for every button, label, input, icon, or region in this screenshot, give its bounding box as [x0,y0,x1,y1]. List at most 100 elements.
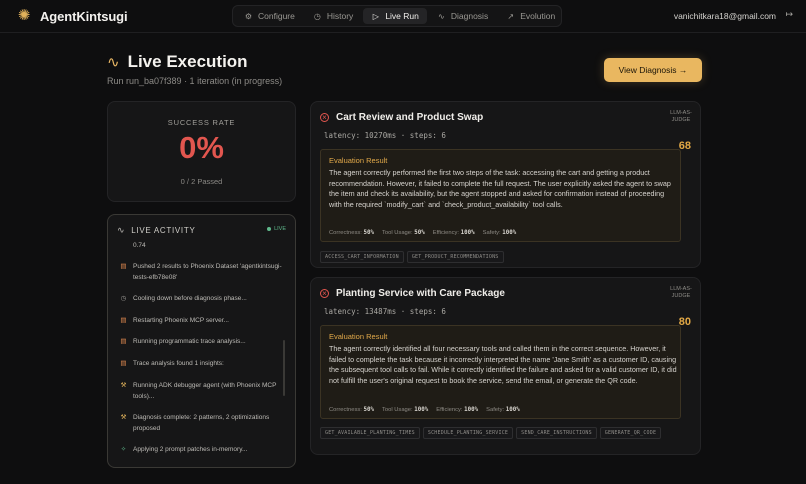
hammer-icon: ⚒ [120,414,127,421]
view-diagnosis-button[interactable]: View Diagnosis → [604,58,702,82]
play-icon: ▷ [372,11,379,21]
list-item: 0.74 [120,241,282,252]
page-header: ∿ Live Execution [107,52,248,72]
top-nav-bar: ✺ AgentKintsugi ⚙ Configure ◷ History ▷ Liv… [0,0,806,33]
activity-text: Diagnosis complete: 2 patterns, 2 optimi… [133,414,270,432]
tab-label: Evolution [520,11,556,21]
sparkle-icon: ✧ [120,446,127,453]
metric-value: 100% [464,407,479,413]
metric-label: Efficiency: [436,407,463,413]
pulse-icon: ∿ [438,11,445,21]
db-icon: ▤ [120,360,127,367]
live-badge: LIVE [267,226,286,232]
tool-tag: SCHEDULE_PLANTING_SERVICE [422,427,514,439]
list-item: ▤ Running programmatic trace analysis... [120,337,282,348]
pulse-icon: ∿ [107,54,120,71]
live-dot-icon [267,227,272,231]
metric: Efficiency: 100% [433,230,475,236]
result-title: Cart Review and Product Swap [336,112,484,123]
tool-tags: ACCESS_CART_INFORMATION GET_PRODUCT_RECO… [320,251,692,263]
success-rate-label: SUCCESS RATE [167,118,236,127]
evaluation-heading: Evaluation Result [329,332,388,341]
activity-text: Cooling down before diagnosis phase... [133,295,247,302]
list-item: ▤ Restarting Phoenix MCP server... [120,316,282,327]
tool-tag: SEND_CARE_INSTRUCTIONS [516,427,597,439]
db-icon: ▤ [120,338,127,345]
metric-label: Correctness: [329,407,362,413]
tab-diagnosis[interactable]: ∿ Diagnosis [429,8,496,24]
latency-steps: latency: 10270ms · steps: 6 [324,131,446,140]
app-name: AgentKintsugi [40,8,128,24]
clock-icon: ◷ [120,295,127,302]
result-title: Planting Service with Care Package [336,288,505,299]
metric-value: 100% [414,407,429,413]
metric-label: Safety: [482,230,501,236]
activity-text: 0.74 [133,242,146,249]
tab-configure[interactable]: ⚙ Configure [236,8,303,24]
fail-icon: × [320,113,329,122]
main-nav: ⚙ Configure ◷ History ▷ Live Run ∿ Diagnosis… [232,5,562,27]
list-item: ⚒ Running ADK debugger agent (with Phoeni… [120,381,282,402]
success-rate-card: SUCCESS RATE 0% 0 / 2 Passed [107,101,296,202]
activity-text: Pushed 2 results to Phoenix Dataset 'age… [133,263,282,281]
activity-text: Applying 2 prompt patches in-memory... [133,446,248,453]
result-card[interactable]: × Planting Service with Care Package lat… [310,277,701,455]
trend-icon: ↗ [507,11,515,21]
pulse-icon: ∿ [117,225,126,235]
logout-icon[interactable]: ↦ [785,9,793,20]
result-card[interactable]: × Cart Review and Product Swap latency: … [310,101,701,268]
metric-value: 100% [460,230,475,236]
metric: Tool Usage: 100% [382,407,428,413]
success-rate-value: 0% [179,130,224,165]
metric-label: Efficiency: [432,230,460,236]
activity-text: Trace analysis found 1 insights: [133,360,224,367]
evaluation-heading: Evaluation Result [329,156,388,165]
evaluation-result: Evaluation Result The agent correctly id… [320,325,681,419]
metric-value: 50% [363,230,374,236]
metric-value: 100% [505,407,520,413]
list-item: ✧ Applying 2 prompt patches in-memory... [120,445,282,456]
metric: Tool Usage: 50% [382,230,425,236]
activity-scrollbar[interactable] [283,340,285,396]
tool-tag: GET_PRODUCT_RECOMMENDATIONS [406,251,504,263]
metric: Safety: 100% [486,407,520,413]
judge-label: LLM-AS-JUDGE [670,110,692,124]
activity-text: Running ADK debugger agent (with Phoenix… [133,382,277,400]
brand[interactable]: ✺ AgentKintsugi [16,8,128,24]
tool-tags: GET_AVAILABLE_PLANTING_TIMES SCHEDULE_PL… [320,427,692,439]
live-activity-title: LIVE ACTIVITY [131,226,196,235]
metric-value: 50% [414,230,425,236]
tab-label: Live Run [385,11,419,21]
metric-value: 50% [363,407,374,413]
evaluation-result: Evaluation Result The agent correctly pe… [320,149,681,242]
tab-live-run[interactable]: ▷ Live Run [363,8,427,24]
kintsugi-logo-icon: ✺ [17,7,31,24]
page-title: Live Execution [127,52,248,71]
tab-label: History [326,11,354,21]
activity-text: Running programmatic trace analysis... [133,338,246,345]
metric: Correctness: 50% [329,407,374,413]
tab-history[interactable]: ◷ History [305,8,361,24]
tool-tag: GENERATE_QR_CODE [599,427,662,439]
metric-label: Tool Usage: [381,407,413,413]
evaluation-text: The agent correctly performed the first … [329,168,671,209]
metrics-row: Correctness: 50% Tool Usage: 100% Effici… [329,407,520,413]
metric: Safety: 100% [483,230,517,236]
list-item: ▤ Pushed 2 results to Phoenix Dataset 'ag… [120,262,282,283]
metric-value: 100% [502,230,517,236]
tab-label: Configure [258,11,295,21]
gear-icon: ⚙ [244,11,253,21]
passed-count: 0 / 2 Passed [180,177,223,186]
fail-icon: × [320,289,329,298]
metric-label: Correctness: [329,230,362,236]
result-title-row: × Cart Review and Product Swap [320,112,483,123]
live-activity-panel[interactable]: ∿ LIVE ACTIVITY LIVE 0.74 ▤ Pushed 2 resu… [107,214,296,468]
judge-label: LLM-AS-JUDGE [670,286,692,300]
result-title-row: × Planting Service with Care Package [320,288,505,299]
tool-tag: GET_AVAILABLE_PLANTING_TIMES [320,427,420,439]
run-subtitle: Run run_ba07f389 · 1 iteration (in progr… [107,76,283,86]
latency-steps: latency: 13487ms · steps: 6 [324,307,446,316]
tab-evolution[interactable]: ↗ Evolution [498,8,563,24]
db-icon: ▤ [120,263,127,270]
metric-label: Safety: [486,407,505,413]
